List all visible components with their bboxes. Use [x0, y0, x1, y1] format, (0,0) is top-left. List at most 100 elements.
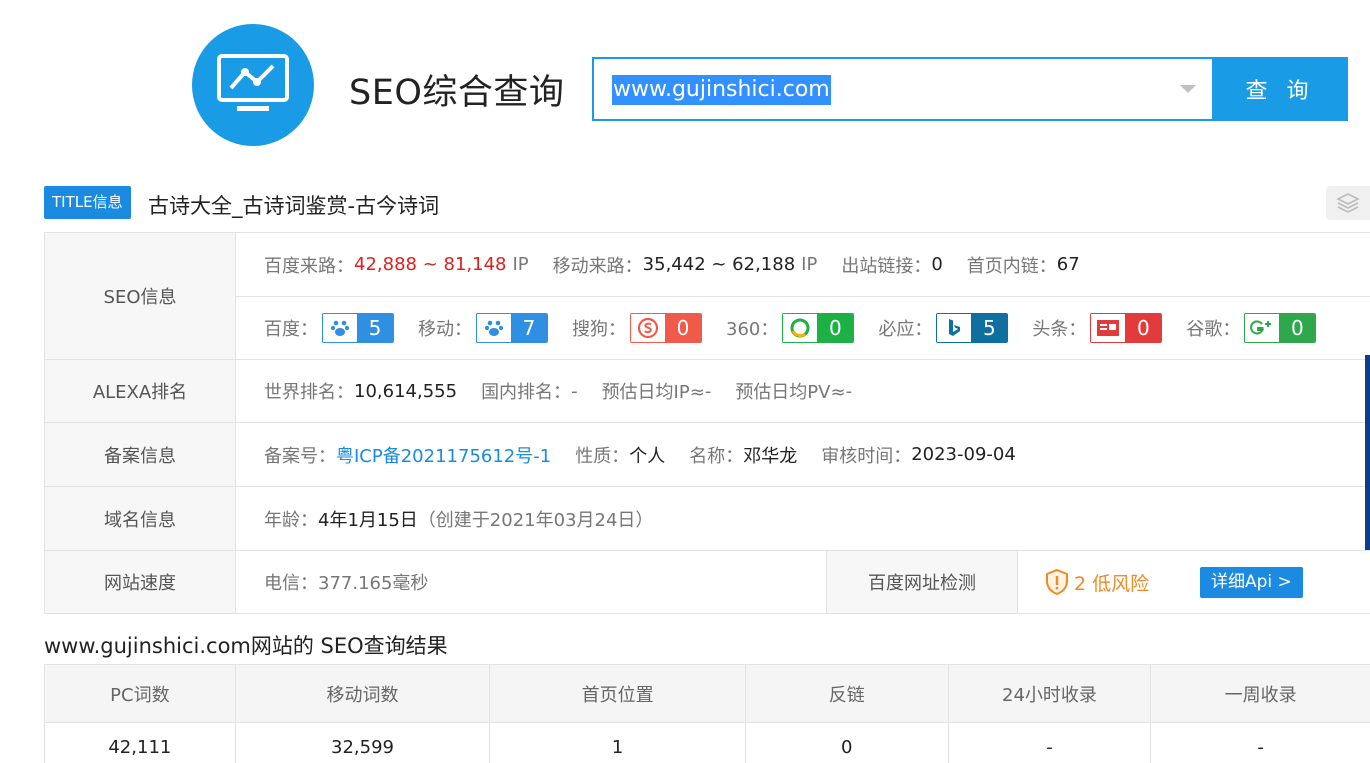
bing-icon — [937, 314, 972, 342]
outbound-value: 0 — [931, 254, 943, 275]
risk-text: 2 低风险 — [1074, 572, 1150, 595]
engine-label: 360： — [726, 319, 779, 340]
engine-label: 移动： — [418, 319, 472, 340]
col-header: 一周收录 — [1150, 665, 1370, 722]
icp-row: 备案信息 备案号： 粤ICP备2021175612号-1 性质： 个人 名称： … — [44, 423, 1370, 487]
layers-button[interactable] — [1326, 186, 1370, 220]
col-header: 24小时收录 — [947, 665, 1151, 722]
engine-value: 5 — [357, 314, 393, 342]
mobile-traffic-value: 35,442 ~ 62,188 — [642, 254, 796, 275]
search-input[interactable]: www.gujinshici.com — [612, 75, 831, 105]
speed-row: 网站速度 电信： 377.165毫秒 百度网址检测 2 低风险 详细Api > — [44, 551, 1370, 614]
search-button[interactable]: 查 询 — [1212, 57, 1348, 121]
results-data-row: 42,111 32,599 1 0 - - — [44, 723, 1370, 763]
baidu-paw-icon — [323, 314, 357, 342]
seo-label: SEO信息 — [44, 233, 236, 359]
icp-label: 备案信息 — [44, 423, 236, 486]
engine-value: 0 — [817, 314, 854, 342]
daily-pv-label: 预估日均PV≈ — [735, 382, 846, 403]
domestic-rank-label: 国内排名： — [481, 382, 572, 403]
daily-pv-value: - — [845, 380, 853, 402]
engine-baidu[interactable]: 百度： 5 — [264, 313, 394, 343]
engine-value: 0 — [1125, 314, 1162, 342]
logo — [192, 24, 314, 146]
risk-indicator[interactable]: 2 低风险 — [1044, 568, 1149, 596]
monitor-chart-icon — [217, 54, 289, 111]
internal-value: 67 — [1056, 254, 1080, 275]
daily-ip-label: 预估日均IP≈ — [601, 382, 705, 403]
page-title: 古诗大全_古诗词鉴赏-古今诗词 — [148, 194, 440, 218]
table-cell[interactable]: 42,111 — [44, 723, 235, 763]
traffic-line: 百度来路： 42,888 ~ 81,148 IP 移动来路： 35,442 ~ … — [236, 233, 1370, 297]
detail-api-button[interactable]: 详细Api > — [1200, 567, 1303, 598]
icp-name-value: 邓华龙 — [743, 445, 798, 467]
engine-label: 百度： — [264, 319, 318, 340]
results-header-row: PC词数 移动词数 首页位置 反链 24小时收录 一周收录 — [44, 665, 1370, 723]
internal-label: 首页内链： — [966, 255, 1057, 277]
engine-google[interactable]: 谷歌： 0 — [1186, 313, 1317, 343]
side-scroll-indicator — [1365, 355, 1370, 550]
outbound-label: 出站链接： — [841, 255, 932, 277]
domestic-rank-value: - — [571, 380, 578, 402]
daily-ip-value: - — [704, 380, 712, 402]
world-rank-label: 世界排名： — [264, 382, 354, 403]
results-table: PC词数 移动词数 首页位置 反链 24小时收录 一周收录 42,111 32,… — [44, 664, 1370, 763]
telecom-value: 377.165毫秒 — [318, 573, 429, 594]
layers-icon — [1336, 193, 1360, 213]
icp-number-link[interactable]: 粤ICP备2021175612号-1 — [336, 442, 551, 468]
col-header: 反链 — [744, 665, 948, 722]
icp-audit-value: 2023-09-04 — [911, 444, 1016, 465]
seo-row: SEO信息 百度来路： 42,888 ~ 81,148 IP 移动来路： 35,… — [44, 233, 1370, 360]
table-cell[interactable]: 0 — [744, 723, 948, 763]
domain-row: 域名信息 年龄： 4年1月15日 （创建于2021年03月24日） — [44, 487, 1370, 551]
col-header: 移动词数 — [234, 665, 490, 722]
table-cell: - — [1150, 723, 1370, 763]
col-header: 首页位置 — [489, 665, 745, 722]
title-info-badge: TITLE信息 — [44, 186, 131, 219]
baidu-mobile-paw-icon — [477, 314, 511, 342]
result-title: www.gujinshici.com网站的 SEO查询结果 — [44, 634, 448, 658]
baidu-traffic-label: 百度来路： — [264, 255, 354, 277]
chevron-down-icon[interactable] — [1180, 85, 1196, 93]
icp-audit-label: 审核时间： — [821, 445, 912, 467]
engine-toutiao[interactable]: 头条： 0 — [1032, 313, 1163, 343]
engine-360[interactable]: 360： 0 — [726, 313, 855, 343]
mobile-traffic-unit: IP — [801, 254, 818, 275]
info-table: SEO信息 百度来路： 42,888 ~ 81,148 IP 移动来路： 35,… — [44, 232, 1370, 614]
alexa-row: ALEXA排名 世界排名： 10,614,555 国内排名： - 预估日均IP≈… — [44, 360, 1370, 423]
sogou-icon — [631, 314, 665, 342]
engine-bing[interactable]: 必应： 5 — [878, 313, 1009, 343]
alexa-label: ALEXA排名 — [44, 360, 236, 422]
engine-mobile[interactable]: 移动： 7 — [418, 313, 548, 343]
360-icon — [783, 314, 818, 342]
engine-value: 0 — [1279, 314, 1316, 342]
table-cell: - — [947, 723, 1151, 763]
app-title: SEO综合查询 — [349, 73, 565, 113]
engine-label: 谷歌： — [1186, 319, 1241, 340]
domain-label: 域名信息 — [44, 487, 236, 550]
engine-value: 7 — [511, 314, 547, 342]
icp-number-label: 备案号： — [264, 445, 336, 467]
search-box[interactable]: www.gujinshici.com — [592, 57, 1216, 121]
domain-created: （创建于2021年03月24日） — [417, 509, 654, 531]
baidu-traffic-unit: IP — [512, 254, 529, 275]
baidu-check-label: 百度网址检测 — [826, 551, 1018, 613]
world-rank-value: 10,614,555 — [354, 380, 458, 402]
engine-value: 0 — [665, 314, 701, 342]
speed-label: 网站速度 — [44, 551, 236, 613]
engines-line: 百度： 5 移动： 7 搜狗： 0 360： 0 必应： 5 头条： 0 谷歌：… — [236, 297, 1370, 359]
table-cell[interactable]: 1 — [489, 723, 745, 763]
engine-value: 5 — [971, 314, 1008, 342]
domain-age-label: 年龄： — [264, 509, 318, 531]
table-cell[interactable]: 32,599 — [234, 723, 490, 763]
engine-label: 必应： — [878, 319, 933, 340]
engine-label: 搜狗： — [572, 319, 626, 340]
toutiao-icon — [1091, 314, 1126, 342]
google-plus-icon — [1245, 314, 1280, 342]
engine-sogou[interactable]: 搜狗： 0 — [572, 313, 702, 343]
domain-age-value: 4年1月15日 — [318, 509, 418, 531]
mobile-traffic-label: 移动来路： — [552, 255, 643, 277]
icp-nature-value: 个人 — [629, 445, 666, 467]
icp-name-label: 名称： — [689, 445, 744, 467]
shield-warning-icon — [1046, 568, 1068, 596]
